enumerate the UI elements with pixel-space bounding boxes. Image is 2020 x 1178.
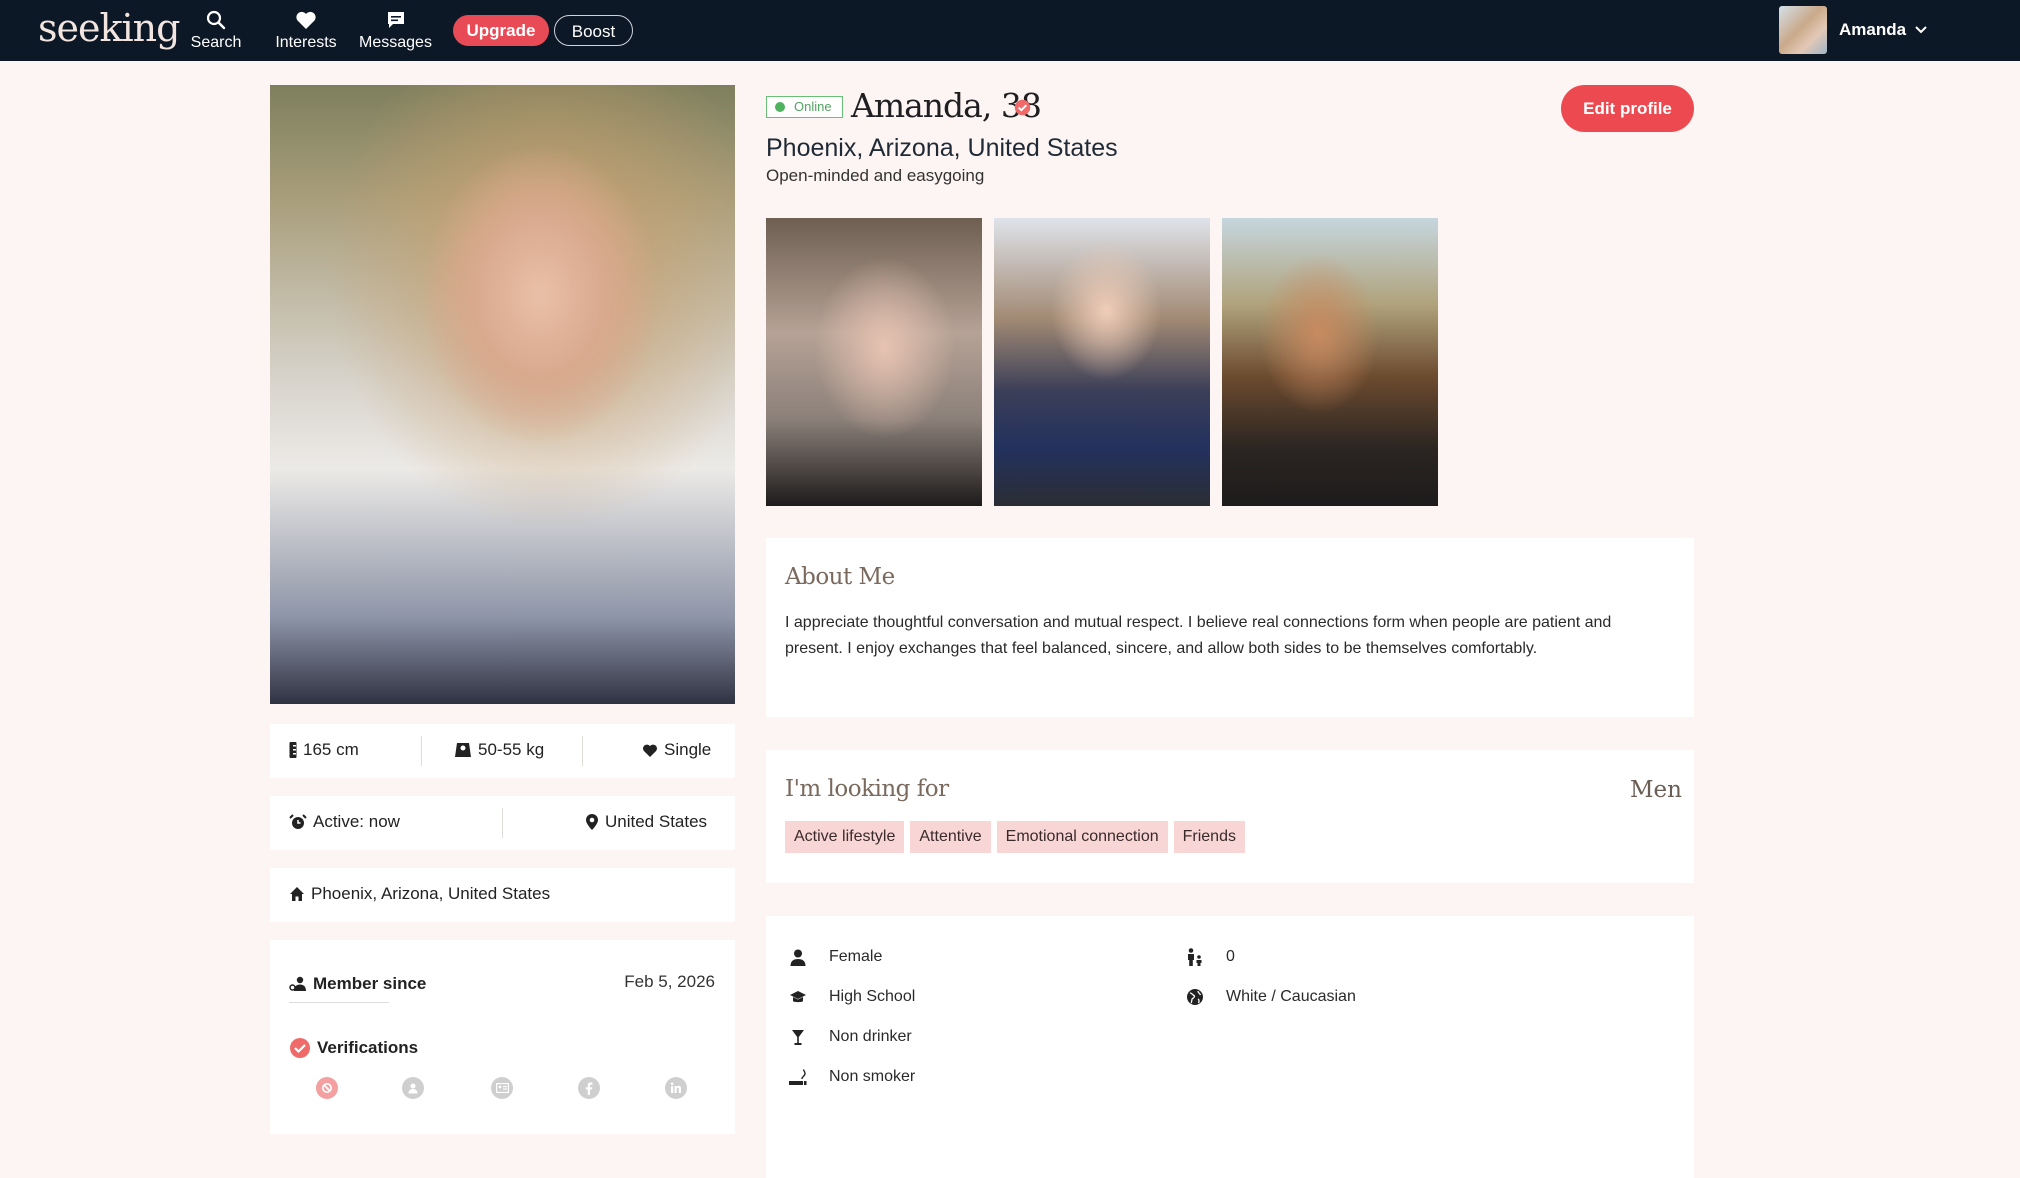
profile-photo-thumbnail[interactable] bbox=[766, 218, 982, 506]
id-verification-icon[interactable] bbox=[402, 1077, 424, 1099]
message-icon bbox=[357, 10, 434, 32]
smoking-value: Non smoker bbox=[829, 1068, 916, 1085]
card-verification-icon[interactable] bbox=[491, 1077, 513, 1099]
gender-value: Female bbox=[829, 948, 883, 965]
nav-search-label: Search bbox=[190, 34, 242, 51]
tag-friends[interactable]: Friends bbox=[1173, 821, 1245, 853]
home-card: Phoenix, Arizona, United States bbox=[270, 868, 735, 922]
nav-messages-label: Messages bbox=[359, 34, 432, 51]
edit-profile-button[interactable]: Edit profile bbox=[1561, 85, 1694, 132]
looking-for-title: I'm looking for bbox=[785, 776, 949, 802]
ethnicity-row: White / Caucasian bbox=[1184, 988, 1356, 1006]
about-me-line: I appreciate thoughtful conversation and… bbox=[785, 614, 1612, 631]
home-value: Phoenix, Arizona, United States bbox=[311, 884, 551, 903]
user-menu[interactable]: Amanda bbox=[1779, 6, 1928, 54]
divider bbox=[289, 1002, 389, 1003]
divider bbox=[582, 736, 583, 766]
parent-child-icon bbox=[1184, 948, 1206, 966]
boost-button[interactable]: Boost bbox=[554, 15, 633, 46]
ethnicity-value: White / Caucasian bbox=[1226, 988, 1356, 1005]
weight-value: 50-55 kg bbox=[478, 740, 545, 759]
about-me-text: I appreciate thoughtful conversation and… bbox=[785, 610, 1685, 662]
home-stat: Phoenix, Arizona, United States bbox=[289, 884, 550, 904]
home-icon bbox=[290, 887, 304, 901]
profile-tagline: Open-minded and easygoing bbox=[766, 166, 985, 185]
profile-photo-thumbnail[interactable] bbox=[1222, 218, 1438, 506]
verifications-stat: Verifications bbox=[289, 1037, 418, 1059]
tag-active-lifestyle[interactable]: Active lifestyle bbox=[785, 821, 905, 853]
active-stat: Active: now bbox=[289, 812, 400, 832]
location-pin-icon bbox=[586, 814, 598, 830]
education-row: High School bbox=[787, 988, 915, 1006]
country-stat: United States bbox=[585, 812, 707, 832]
relationship-value: Single bbox=[664, 740, 712, 759]
heart-icon bbox=[272, 10, 340, 32]
online-label: Online bbox=[794, 99, 832, 114]
cigarette-icon bbox=[787, 1068, 809, 1086]
graduation-cap-icon bbox=[787, 990, 809, 1004]
activity-card: Active: now United States bbox=[270, 796, 735, 850]
verifications-label: Verifications bbox=[317, 1038, 419, 1057]
user-name: Amanda bbox=[1839, 20, 1907, 39]
online-dot-icon bbox=[775, 102, 785, 112]
photo-verification-icon[interactable] bbox=[316, 1077, 338, 1099]
looking-for-card bbox=[766, 750, 1694, 883]
alarm-icon bbox=[289, 814, 307, 829]
globe-icon bbox=[1184, 988, 1206, 1006]
cocktail-icon bbox=[787, 1029, 809, 1046]
member-card: Member since Feb 5, 2026 Verifications bbox=[270, 940, 735, 1134]
nav-interests-label: Interests bbox=[275, 34, 337, 51]
facebook-icon[interactable] bbox=[578, 1077, 600, 1099]
member-since-label: Member since bbox=[313, 974, 427, 993]
heart-icon bbox=[643, 744, 657, 757]
about-me-title: About Me bbox=[785, 564, 895, 590]
ruler-icon bbox=[289, 742, 297, 758]
main-profile-photo[interactable] bbox=[270, 85, 735, 704]
drinking-value: Non drinker bbox=[829, 1028, 912, 1045]
gender-row: Female bbox=[787, 948, 882, 966]
education-value: High School bbox=[829, 988, 916, 1005]
seeking-logo[interactable]: seeking bbox=[38, 6, 180, 50]
nav-interests[interactable]: Interests bbox=[272, 10, 340, 52]
verified-check-icon bbox=[1014, 99, 1031, 116]
profile-name-age: Amanda, 38 bbox=[851, 86, 1042, 125]
profile-location: Phoenix, Arizona, United States bbox=[766, 134, 1118, 162]
weight-stat: 50-55 kg bbox=[454, 740, 544, 760]
nav-messages[interactable]: Messages bbox=[357, 10, 434, 52]
about-me-line: present. I enjoy exchanges that feel bal… bbox=[785, 640, 1538, 657]
children-row: 0 bbox=[1184, 948, 1235, 966]
member-icon bbox=[289, 976, 306, 991]
linkedin-icon[interactable] bbox=[665, 1077, 687, 1099]
verified-badge-icon bbox=[290, 1038, 310, 1058]
drinking-row: Non drinker bbox=[787, 1028, 912, 1046]
avatar bbox=[1779, 6, 1827, 54]
tag-attentive[interactable]: Attentive bbox=[910, 821, 991, 853]
online-status-badge: Online bbox=[766, 96, 843, 118]
member-since-date: Feb 5, 2026 bbox=[624, 972, 715, 991]
scale-icon bbox=[455, 743, 471, 757]
chevron-down-icon bbox=[1915, 26, 1927, 34]
divider bbox=[421, 736, 422, 766]
height-stat: 165 cm bbox=[289, 740, 359, 760]
relationship-stat: Single bbox=[642, 740, 711, 760]
looking-for-tags: Active lifestyle Attentive Emotional con… bbox=[785, 821, 1245, 853]
height-value: 165 cm bbox=[303, 740, 359, 759]
profile-photo-thumbnail[interactable] bbox=[994, 218, 1210, 506]
search-icon bbox=[189, 10, 243, 32]
looking-for-target: Men bbox=[1630, 777, 1682, 803]
stats-card-body: 165 cm 50-55 kg Single bbox=[270, 724, 735, 778]
member-since-stat: Member since bbox=[289, 974, 426, 994]
smoking-row: Non smoker bbox=[787, 1068, 915, 1086]
divider bbox=[502, 808, 503, 838]
nav-search[interactable]: Search bbox=[189, 10, 243, 52]
person-icon bbox=[787, 949, 809, 966]
active-value: Active: now bbox=[313, 812, 400, 831]
upgrade-button[interactable]: Upgrade bbox=[453, 15, 549, 46]
children-value: 0 bbox=[1226, 948, 1235, 965]
tag-emotional-connection[interactable]: Emotional connection bbox=[996, 821, 1168, 853]
country-value: United States bbox=[605, 812, 708, 831]
top-navbar: seeking Search Interests Messages Upgrad… bbox=[0, 0, 2020, 61]
